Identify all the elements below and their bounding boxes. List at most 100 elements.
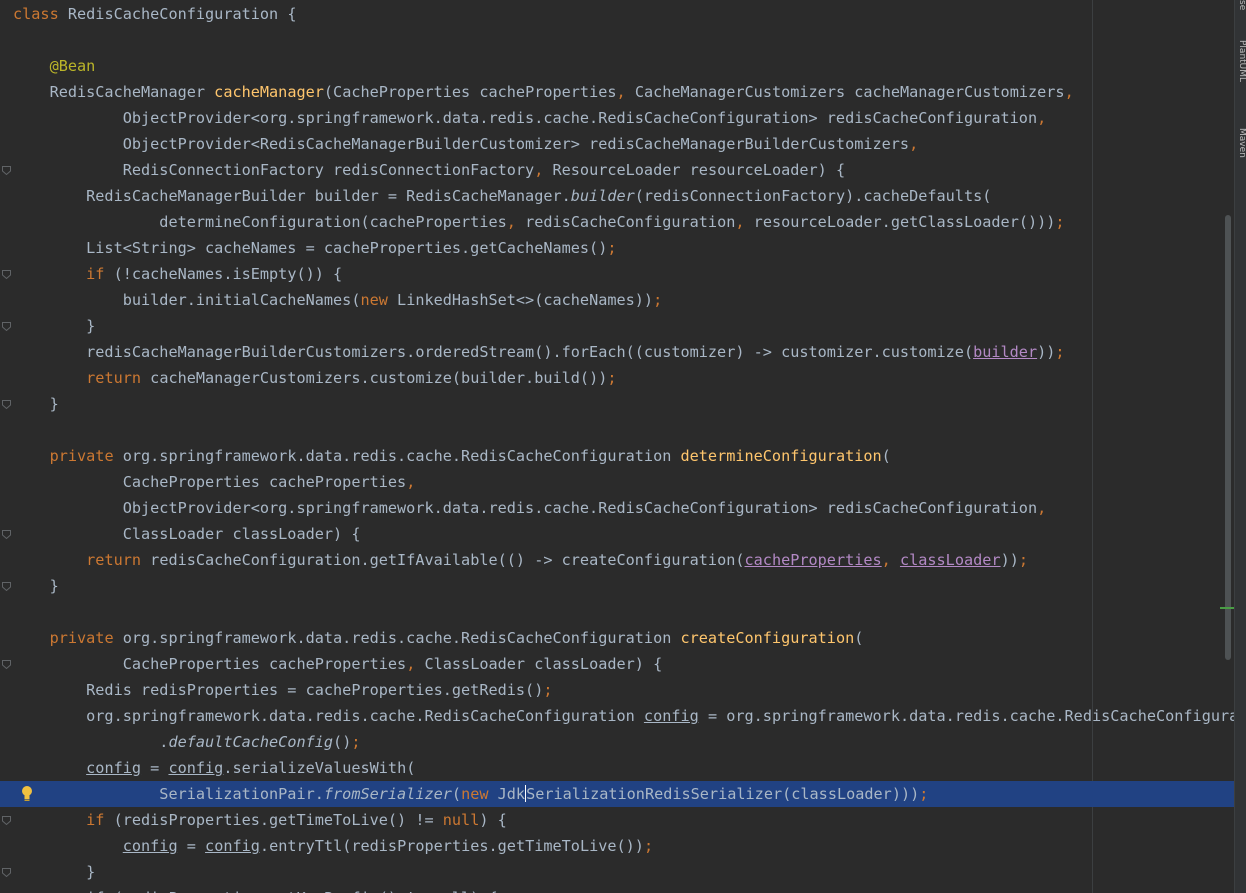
tool-tab-plantuml[interactable]: PlantUML <box>1236 40 1246 104</box>
code-line-text: redisCacheManagerBuilderCustomizers.orde… <box>13 339 1064 365</box>
code-line[interactable]: } <box>0 573 1234 599</box>
code-token: ; <box>653 291 663 309</box>
code-line[interactable] <box>0 599 1234 625</box>
code-token: SerializationPair. <box>13 785 324 803</box>
code-line-text: Redis redisProperties = cacheProperties.… <box>13 677 552 703</box>
code-line[interactable]: RedisCacheManager cacheManager(CacheProp… <box>0 79 1234 105</box>
code-line[interactable]: return cacheManagerCustomizers.customize… <box>0 365 1234 391</box>
code-token: = <box>177 837 206 855</box>
code-token: ; <box>1055 213 1065 231</box>
code-line[interactable]: if (!cacheNames.isEmpty()) { <box>0 261 1234 287</box>
code-line[interactable]: RedisConnectionFactory redisConnectionFa… <box>0 157 1234 183</box>
code-line[interactable] <box>0 417 1234 443</box>
code-token: , <box>909 135 919 153</box>
code-token: new <box>360 291 398 309</box>
code-line-text: List<String> cacheNames = cachePropertie… <box>13 235 617 261</box>
code-line[interactable]: @Bean <box>0 53 1234 79</box>
code-line[interactable]: determineConfiguration(cacheProperties, … <box>0 209 1234 235</box>
code-token: , <box>506 213 526 231</box>
code-line[interactable]: builder.initialCacheNames(new LinkedHash… <box>0 287 1234 313</box>
code-line-text: org.springframework.data.redis.cache.Red… <box>13 703 1234 729</box>
code-token: builder <box>570 187 635 205</box>
code-token: redisCacheManagerBuilderCustomizers.orde… <box>13 343 974 361</box>
code-line[interactable]: class RedisCacheConfiguration { <box>0 1 1234 27</box>
code-token: (!cacheNames.isEmpty()) { <box>113 265 343 283</box>
code-line[interactable]: redisCacheManagerBuilderCustomizers.orde… <box>0 339 1234 365</box>
code-token: Jdk <box>497 785 526 803</box>
code-line[interactable]: ClassLoader classLoader) { <box>0 521 1234 547</box>
code-line[interactable]: CacheProperties cacheProperties, ClassLo… <box>0 651 1234 677</box>
code-token: ObjectProvider<org.springframework.data.… <box>13 499 1038 517</box>
code-line[interactable]: .defaultCacheConfig(); <box>0 729 1234 755</box>
code-token: , <box>406 655 425 673</box>
code-token: LinkedHashSet<>(cacheNames)) <box>397 291 654 309</box>
code-line-text: builder.initialCacheNames(new LinkedHash… <box>13 287 663 313</box>
change-marker <box>1220 607 1234 609</box>
code-line[interactable]: List<String> cacheNames = cachePropertie… <box>0 235 1234 261</box>
code-line[interactable]: CacheProperties cacheProperties, <box>0 469 1234 495</box>
code-token: cacheManagerCustomizers.customize(builde… <box>150 369 608 387</box>
code-line[interactable]: ObjectProvider<RedisCacheManagerBuilderC… <box>0 131 1234 157</box>
code-line[interactable] <box>0 27 1234 53</box>
code-line-text: CacheProperties cacheProperties, <box>13 469 416 495</box>
code-token: RedisConnectionFactory redisConnectionFa… <box>13 161 535 179</box>
intention-bulb-icon[interactable] <box>20 785 34 803</box>
current-code-line[interactable]: SerializationPair.fromSerializer(new Jdk… <box>0 781 1234 807</box>
tool-tab-maven[interactable]: Maven <box>1236 128 1246 178</box>
code-line-text: } <box>13 573 59 599</box>
code-token: if (redisProperties.getKeyPrefix() != nu… <box>13 889 497 893</box>
code-token: ResourceLoader resourceLoader) { <box>552 161 846 179</box>
code-line[interactable]: } <box>0 313 1234 339</box>
tool-tab-top[interactable]: se <box>1236 0 1246 14</box>
right-tool-strip: se PlantUML Maven <box>1234 0 1246 893</box>
code-line-text: CacheProperties cacheProperties, ClassLo… <box>13 651 663 677</box>
code-token: null <box>442 811 480 829</box>
code-token: CacheProperties cacheProperties <box>13 473 407 491</box>
code-line-text: private org.springframework.data.redis.c… <box>13 443 891 469</box>
code-line-text: if (redisProperties.getKeyPrefix() != nu… <box>13 885 497 893</box>
code-token: , <box>616 83 635 101</box>
code-token: config <box>122 837 178 855</box>
code-line[interactable]: } <box>0 859 1234 885</box>
code-token: config <box>643 707 699 725</box>
code-line[interactable]: config = config.entryTtl(redisProperties… <box>0 833 1234 859</box>
code-token: ( <box>881 447 891 465</box>
code-token: (redisConnectionFactory).cacheDefaults( <box>634 187 992 205</box>
code-token: } <box>13 577 59 595</box>
code-line-text: if (redisProperties.getTimeToLive() != n… <box>13 807 507 833</box>
code-token: , <box>1037 499 1047 517</box>
code-line[interactable]: RedisCacheManagerBuilder builder = Redis… <box>0 183 1234 209</box>
code-token: () <box>333 733 352 751</box>
code-line[interactable]: Redis redisProperties = cacheProperties.… <box>0 677 1234 703</box>
code-line[interactable]: org.springframework.data.redis.cache.Red… <box>0 703 1234 729</box>
scrollbar-thumb[interactable] <box>1225 215 1231 660</box>
code-line[interactable]: private org.springframework.data.redis.c… <box>0 625 1234 651</box>
code-token: = <box>141 759 169 777</box>
code-line-text: return redisCacheConfiguration.getIfAvai… <box>13 547 1028 573</box>
code-token: fromSerializer <box>323 785 452 803</box>
code-token: ObjectProvider<RedisCacheManagerBuilderC… <box>13 135 910 153</box>
code-editor[interactable]: class RedisCacheConfiguration { @Bean Re… <box>0 0 1234 893</box>
code-token: , <box>1064 83 1074 101</box>
code-line[interactable]: config = config.serializeValuesWith( <box>0 755 1234 781</box>
code-token: ; <box>607 239 617 257</box>
code-token: , <box>406 473 416 491</box>
code-line[interactable]: return redisCacheConfiguration.getIfAvai… <box>0 547 1234 573</box>
code-line[interactable]: } <box>0 391 1234 417</box>
code-line[interactable]: if (redisProperties.getTimeToLive() != n… <box>0 807 1234 833</box>
code-line[interactable]: ObjectProvider<org.springframework.data.… <box>0 105 1234 131</box>
code-line[interactable]: ObjectProvider<org.springframework.data.… <box>0 495 1234 521</box>
code-line-text: return cacheManagerCustomizers.customize… <box>13 365 616 391</box>
code-token: redisCacheConfiguration <box>525 213 736 231</box>
code-token: redisCacheConfiguration.getIfAvailable((… <box>150 551 745 569</box>
code-line[interactable]: private org.springframework.data.redis.c… <box>0 443 1234 469</box>
code-token: , <box>534 161 553 179</box>
code-line-text: if (!cacheNames.isEmpty()) { <box>13 261 342 287</box>
code-line-text: ObjectProvider<org.springframework.data.… <box>13 495 1047 521</box>
code-line-text: class RedisCacheConfiguration { <box>13 1 296 27</box>
code-line-text: RedisCacheManager cacheManager(CacheProp… <box>13 79 1074 105</box>
code-token: (CacheProperties cacheProperties <box>323 83 617 101</box>
code-line[interactable]: if (redisProperties.getKeyPrefix() != nu… <box>0 885 1234 893</box>
